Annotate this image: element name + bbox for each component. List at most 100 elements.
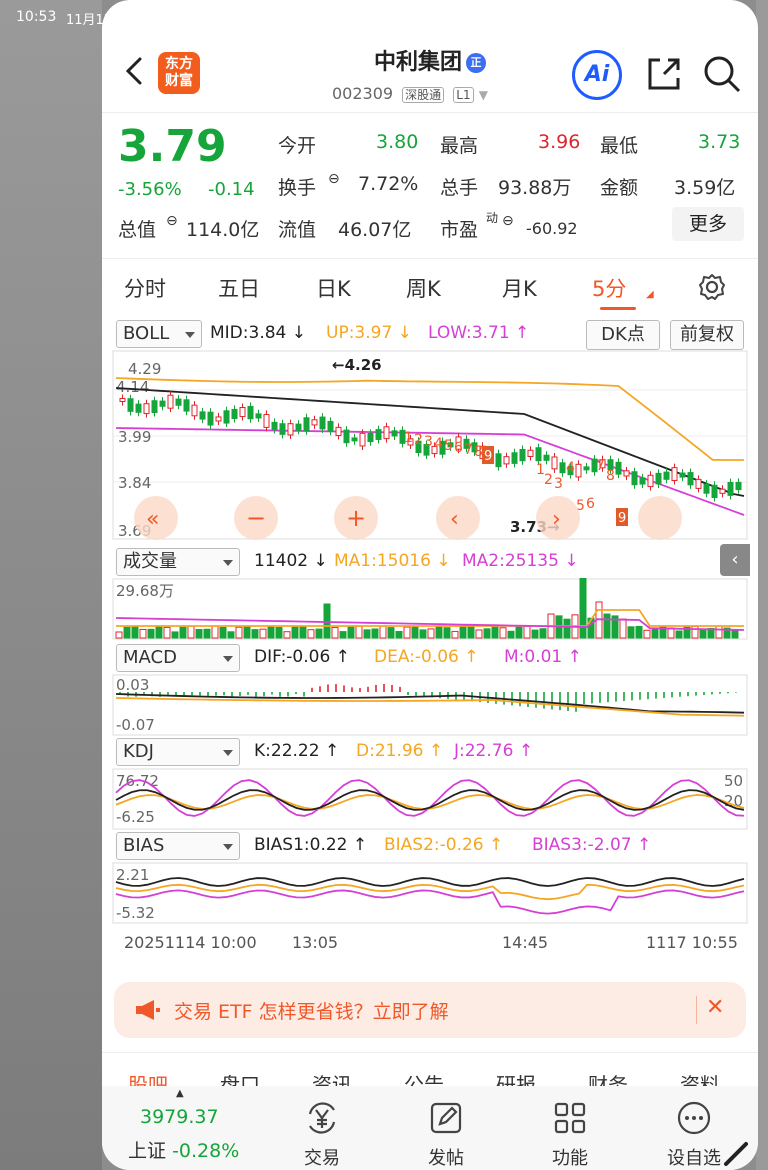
volume-bar — [459, 626, 467, 639]
volume-bar — [115, 631, 123, 639]
candle-body — [735, 481, 742, 491]
index-value[interactable]: 3979.37 — [140, 1106, 219, 1128]
volume-bar — [251, 629, 259, 639]
sequence-label: 3 — [554, 476, 563, 492]
macd-m: M:0.01 ↑ — [504, 647, 582, 667]
volume-selector[interactable]: 成交量 — [116, 548, 240, 576]
tab-monthly-k[interactable]: 月K — [502, 273, 537, 303]
axis-label: 0.03 — [116, 676, 149, 694]
candle-body — [511, 452, 518, 464]
candle-body — [391, 430, 398, 437]
volume-bar — [627, 626, 635, 639]
pe-label: 市盈 — [440, 219, 479, 241]
volume-bar — [715, 625, 723, 639]
sequence-label: 7 — [464, 442, 473, 458]
info-icon[interactable]: ⊖ — [328, 171, 340, 187]
grid-icon — [554, 1102, 586, 1134]
edit-icon — [430, 1102, 462, 1134]
volume-bar — [643, 629, 651, 639]
macd-dif: DIF:-0.06 ↑ — [254, 647, 350, 667]
turnover-label: 换手 — [278, 177, 317, 199]
close-icon[interactable]: ✕ — [706, 995, 724, 1020]
candle-body — [215, 416, 222, 422]
volume-bar — [475, 629, 483, 639]
current-price: 3.79 — [118, 121, 227, 172]
candle-body — [255, 413, 262, 419]
candle-body — [311, 419, 318, 426]
header: 东方 财富 中利集团正 002309 深股通 L1 ▼ Ai — [102, 0, 758, 112]
status-time: 10:53 — [16, 9, 57, 25]
pe-superscript: 动 — [486, 211, 499, 225]
index-change[interactable]: 上证 -0.28% — [128, 1136, 239, 1163]
candle-body — [199, 411, 206, 420]
candle-body — [335, 426, 342, 437]
candle-body — [151, 400, 158, 414]
adjust-button[interactable]: 前复权 — [670, 320, 744, 350]
promo-banner[interactable]: 交易 ETF 怎样更省钱？立即了解 ✕ — [114, 982, 746, 1038]
candle-body — [687, 472, 694, 486]
candle-body — [583, 466, 590, 471]
candle-body — [663, 471, 670, 480]
time-axis: 20251114 10:00 13:05 14:45 1117 10:55 — [124, 933, 738, 952]
volume-bar — [371, 628, 379, 639]
info-icon[interactable]: ⊖ — [502, 213, 514, 229]
candle-body — [631, 471, 638, 486]
sequence-label: 4 — [434, 436, 443, 452]
scroll-right-button[interactable] — [638, 496, 682, 540]
candle-body — [135, 403, 142, 413]
volume-bar — [179, 626, 187, 639]
candle-body — [711, 484, 718, 499]
info-icon[interactable]: ⊖ — [166, 213, 178, 229]
candle-body — [231, 408, 238, 419]
tab-daily-k[interactable]: 日K — [316, 273, 351, 303]
candle-body — [303, 417, 310, 432]
collapse-panel-button[interactable]: ‹ — [720, 544, 750, 576]
share-icon[interactable] — [646, 56, 682, 92]
candle-body — [279, 423, 286, 435]
open-label: 今开 — [278, 135, 317, 157]
boll-selector[interactable]: BOLL — [116, 320, 202, 348]
tab-five-minute[interactable]: 5分 — [592, 273, 626, 303]
boll-low: LOW:3.71 ↑ — [428, 323, 530, 343]
volume-bar — [363, 629, 371, 639]
axis-label: 29.68万 — [116, 582, 174, 600]
tab-five-day[interactable]: 五日 — [218, 273, 260, 303]
gear-icon[interactable] — [698, 273, 726, 301]
candle-body — [175, 398, 182, 406]
volume-bar — [283, 631, 291, 639]
volume-ma2-line — [115, 617, 745, 631]
candle-body — [183, 399, 190, 412]
candle-body — [615, 461, 622, 475]
volume-bar — [147, 628, 155, 639]
volume-bar — [619, 618, 627, 639]
banner-divider — [696, 996, 697, 1024]
candle-body — [551, 456, 558, 470]
volume-bar — [395, 630, 403, 639]
volume-bar — [699, 629, 707, 639]
search-icon[interactable] — [702, 54, 742, 94]
volume-bar — [635, 625, 643, 639]
kline-chart[interactable]: 4.29 4.14 3.99 3.84 3.69 1 2 3 4 5 6 7 8 912 345 6… — [112, 350, 748, 540]
sequence-label: 3 — [424, 434, 433, 450]
tab-weekly-k[interactable]: 周K — [406, 273, 441, 303]
bottom-nav: ▲ 3979.37 上证 -0.28% 交易 发帖 功能 设自选 — [102, 1086, 758, 1170]
kdj-j: J:22.76 ↑ — [454, 741, 534, 761]
stock-code-row[interactable]: 002309 深股通 L1 ▼ — [332, 84, 488, 103]
volume-bar — [387, 627, 395, 639]
macd-selector[interactable]: MACD — [116, 644, 240, 672]
macd-indicator-row: MACD DIF:-0.06 ↑ DEA:-0.06 ↑ M:0.01 ↑ — [102, 642, 758, 672]
more-button[interactable]: 更多 — [672, 207, 744, 241]
bias-selector[interactable]: BIAS — [116, 832, 240, 860]
bias-2: BIAS2:-0.26 ↑ — [384, 835, 504, 855]
volume-bar — [467, 625, 475, 639]
ai-button[interactable]: Ai — [572, 50, 622, 100]
resize-handle-icon[interactable] — [720, 1138, 750, 1168]
badge-icon: 正 — [466, 53, 486, 73]
open-value: 3.80 — [376, 131, 419, 153]
tab-intraday[interactable]: 分时 — [124, 273, 166, 303]
dk-point-button[interactable]: DK点 — [586, 320, 660, 350]
volume-bar — [483, 628, 491, 639]
sequence-label: 8 — [474, 444, 483, 460]
kdj-selector[interactable]: KDJ — [116, 738, 240, 766]
volume-value: 11402 ↓ — [254, 551, 328, 571]
